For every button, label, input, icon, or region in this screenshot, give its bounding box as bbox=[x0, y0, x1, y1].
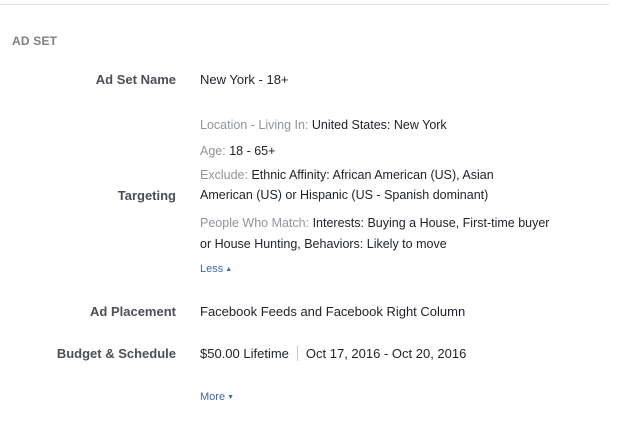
ad-placement-value: Facebook Feeds and Facebook Right Column bbox=[200, 304, 466, 319]
less-link-label: Less bbox=[200, 263, 224, 275]
people-value-line2: or House Hunting, Behaviors: Likely to m… bbox=[200, 237, 447, 251]
targeting-location: Location - Living In: United States: New… bbox=[200, 118, 447, 132]
budget-schedule-value: $50.00 Lifetime Oct 17, 2016 - Oct 20, 20… bbox=[200, 346, 466, 361]
targeting-exclude: Exclude: Ethnic Affinity: African Americ… bbox=[200, 168, 494, 182]
budget-schedule-label: Budget & Schedule bbox=[56, 346, 176, 361]
less-link[interactable]: Less ▲ bbox=[200, 263, 232, 275]
exclude-value-line2: American (US) or Hispanic (US - Spanish … bbox=[200, 188, 489, 202]
budget-value: $50.00 Lifetime bbox=[200, 346, 289, 361]
targeting-label: Targeting bbox=[117, 188, 176, 203]
targeting-people: People Who Match: Interests: Buying a Ho… bbox=[200, 216, 549, 230]
ad-placement-label: Ad Placement bbox=[90, 304, 176, 319]
targeting-age: Age: 18 - 65+ bbox=[200, 144, 275, 158]
value-separator bbox=[296, 346, 298, 361]
people-label: People Who Match: bbox=[200, 216, 310, 230]
exclude-value-line1: Ethnic Affinity: African American (US), … bbox=[251, 168, 494, 182]
location-value: United States: New York bbox=[311, 118, 447, 132]
caret-down-icon: ▼ bbox=[227, 394, 234, 401]
more-link-label: More bbox=[200, 391, 226, 403]
age-label: Age: bbox=[200, 144, 226, 158]
caret-up-icon: ▲ bbox=[225, 266, 233, 273]
ad-set-name-value: New York - 18+ bbox=[200, 72, 289, 87]
top-divider bbox=[0, 4, 610, 5]
targeting-exclude-cont: American (US) or Hispanic (US - Spanish … bbox=[200, 188, 488, 202]
people-value-line1: Interests: Buying a House, First-time bu… bbox=[312, 216, 550, 230]
ad-set-name-label: Ad Set Name bbox=[95, 72, 176, 87]
location-label: Location - Living In: bbox=[200, 118, 309, 132]
exclude-label: Exclude: bbox=[200, 168, 248, 182]
section-heading: AD SET bbox=[12, 34, 58, 48]
targeting-people-cont: or House Hunting, Behaviors: Likely to m… bbox=[200, 237, 447, 251]
schedule-value: Oct 17, 2016 - Oct 20, 2016 bbox=[305, 346, 467, 361]
age-value: 18 - 65+ bbox=[229, 144, 276, 158]
more-link[interactable]: More ▼ bbox=[200, 391, 234, 403]
